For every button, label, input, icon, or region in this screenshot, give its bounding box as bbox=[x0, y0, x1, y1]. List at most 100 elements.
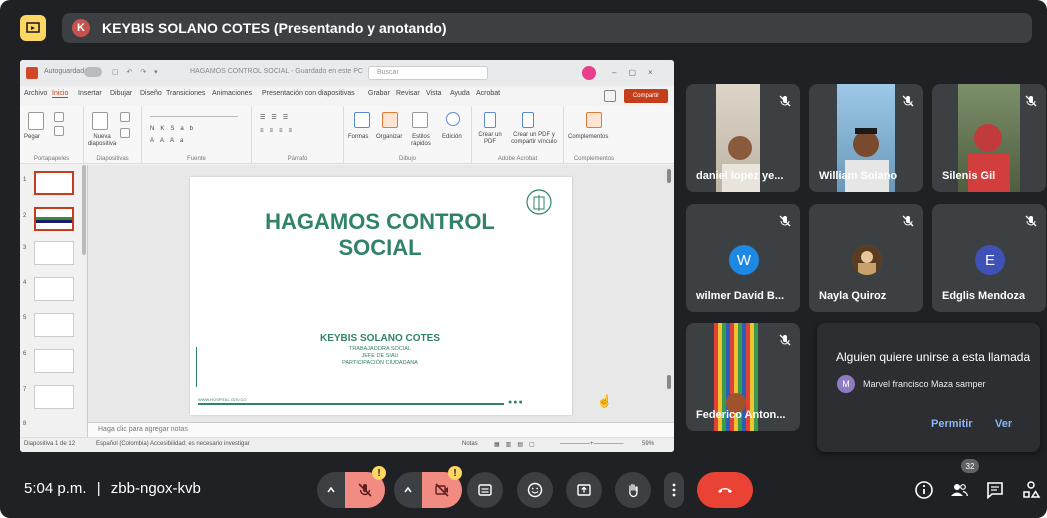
menu-diseno[interactable]: Diseño bbox=[140, 90, 162, 97]
create-pdf-icon[interactable] bbox=[484, 112, 496, 128]
notes-field[interactable]: Haga clic para agregar notas bbox=[88, 422, 674, 437]
accessibility-status[interactable]: Accesibilidad: es necesario investigar bbox=[150, 441, 250, 447]
addins-label[interactable]: Complementos bbox=[568, 134, 608, 140]
ribbon-label-font: Fuente bbox=[187, 156, 206, 162]
window-controls[interactable]: –▢× bbox=[612, 68, 665, 77]
quick-styles-icon[interactable] bbox=[412, 112, 428, 128]
font-name-box[interactable] bbox=[150, 116, 238, 117]
participant-tile[interactable]: W wilmer David B... bbox=[686, 204, 800, 312]
section-icon[interactable] bbox=[120, 128, 130, 138]
menu-dibujar[interactable]: Dibujar bbox=[110, 90, 132, 97]
paste-label[interactable]: Pegar bbox=[24, 134, 40, 140]
menu-animaciones[interactable]: Animaciones bbox=[212, 90, 252, 97]
thumb-number: 4 bbox=[23, 280, 27, 286]
menu-transiciones[interactable]: Transiciones bbox=[166, 90, 205, 97]
new-slide-label[interactable]: Nueva diapositiva bbox=[86, 134, 118, 148]
more-options-button[interactable] bbox=[664, 472, 684, 508]
new-slide-icon[interactable] bbox=[92, 112, 108, 130]
scroll-knob[interactable] bbox=[667, 169, 671, 183]
ppt-user-avatar[interactable] bbox=[582, 66, 596, 80]
participant-tile[interactable]: Federico Anton... bbox=[686, 323, 800, 431]
chat-icon[interactable] bbox=[984, 479, 1006, 501]
thumbnail-1[interactable] bbox=[34, 171, 74, 195]
thumbnail-scrollbar[interactable] bbox=[82, 165, 86, 255]
present-now-button[interactable] bbox=[566, 472, 602, 508]
create-pdf-label[interactable]: Crear un PDF bbox=[476, 132, 504, 146]
view-icons[interactable]: ▦▥▤▢ bbox=[494, 441, 541, 448]
layout-icon[interactable] bbox=[120, 112, 130, 122]
thumbnail-6[interactable] bbox=[34, 349, 74, 373]
create-share-label[interactable]: Crear un PDF y compartir vínculo bbox=[508, 132, 560, 146]
share-button[interactable]: Compartir bbox=[624, 89, 668, 103]
raise-hand-button[interactable] bbox=[615, 472, 651, 508]
thumbnail-4[interactable] bbox=[34, 277, 74, 301]
participant-tile[interactable]: Nayla Quiroz bbox=[809, 204, 923, 312]
scroll-knob[interactable] bbox=[667, 375, 671, 389]
menu-archivo[interactable]: Archivo bbox=[24, 90, 47, 97]
align-icons[interactable]: ≡≡≡≡ bbox=[260, 128, 298, 134]
cut-icon[interactable] bbox=[54, 112, 64, 122]
create-share-icon[interactable] bbox=[522, 112, 534, 128]
thumbnail-2[interactable] bbox=[34, 207, 74, 231]
info-icon[interactable] bbox=[913, 479, 935, 501]
participant-tile[interactable]: daniel lopez ye... bbox=[686, 84, 800, 192]
menu-inicio[interactable]: Inicio bbox=[52, 90, 69, 98]
current-slide[interactable]: HAGAMOS CONTROL SOCIAL KEYBIS SOLANO COT… bbox=[190, 177, 572, 415]
people-icon[interactable] bbox=[948, 479, 970, 501]
video-options-button[interactable] bbox=[394, 472, 422, 508]
participant-name: William Solano bbox=[819, 170, 898, 182]
menu-presentacion[interactable]: Presentación con diapositivas bbox=[262, 90, 355, 97]
captions-button[interactable] bbox=[467, 472, 503, 508]
menu-grabar[interactable]: Grabar bbox=[368, 90, 390, 97]
presentation-icon[interactable] bbox=[20, 15, 46, 41]
autosave-toggle[interactable] bbox=[84, 67, 102, 77]
menu-revisar[interactable]: Revisar bbox=[396, 90, 420, 97]
activities-icon[interactable] bbox=[1020, 479, 1042, 501]
editing-label[interactable]: Edición bbox=[442, 134, 462, 140]
shapes-icon[interactable] bbox=[354, 112, 370, 128]
thumb-number: 6 bbox=[23, 351, 27, 357]
menu-insertar[interactable]: Insertar bbox=[78, 90, 102, 97]
copy-icon[interactable] bbox=[54, 126, 64, 136]
slide-author: KEYBIS SOLANO COTES bbox=[319, 333, 440, 344]
quick-styles-label[interactable]: Estilos rápidos bbox=[406, 134, 436, 148]
ribbon-label-drawing: Dibujo bbox=[398, 156, 416, 162]
list-icons[interactable]: ☰☰☰ bbox=[260, 114, 294, 121]
language-status[interactable]: Español (Colombia) bbox=[96, 441, 149, 447]
slide-footer-line bbox=[198, 403, 504, 405]
powerpoint-logo-icon bbox=[26, 67, 38, 79]
menu-vista[interactable]: Vista bbox=[426, 90, 441, 97]
participant-tile[interactable]: E Edglis Mendoza bbox=[932, 204, 1046, 312]
top-bar: K KEYBIS SOLANO COTES (Presentando y ano… bbox=[0, 0, 1047, 56]
arrange-icon[interactable] bbox=[382, 112, 398, 128]
font-format-icons[interactable]: NKSab bbox=[150, 126, 199, 132]
mic-warning-badge: ! bbox=[372, 466, 386, 480]
shapes-label[interactable]: Formas bbox=[348, 134, 368, 140]
zoom-slider[interactable]: —————+————— bbox=[560, 441, 624, 447]
participant-tile[interactable]: William Solano bbox=[809, 84, 923, 192]
menu-ayuda[interactable]: Ayuda bbox=[450, 90, 470, 97]
participant-name: Federico Anton... bbox=[696, 409, 786, 421]
meeting-code[interactable]: zbb-ngox-kvb bbox=[111, 480, 201, 497]
font-color-icons[interactable]: AAAa bbox=[150, 138, 189, 144]
paste-icon[interactable] bbox=[28, 112, 44, 130]
thumbnail-3[interactable] bbox=[34, 241, 74, 265]
editing-icon[interactable] bbox=[446, 112, 460, 126]
notes-toggle[interactable]: Notas bbox=[462, 441, 478, 447]
participant-tile[interactable]: Silenis Gil bbox=[932, 84, 1046, 192]
thumbnail-7[interactable] bbox=[34, 385, 74, 409]
audio-options-button[interactable] bbox=[317, 472, 345, 508]
view-button[interactable]: Ver bbox=[995, 418, 1012, 430]
menu-acrobat[interactable]: Acrobat bbox=[476, 90, 500, 97]
arrange-label[interactable]: Organizar bbox=[376, 134, 402, 140]
comments-icon[interactable] bbox=[604, 90, 616, 102]
leave-call-button[interactable] bbox=[697, 472, 753, 508]
admit-button[interactable]: Permitir bbox=[931, 418, 973, 430]
zoom-level[interactable]: 59% bbox=[642, 441, 654, 447]
addins-icon[interactable] bbox=[586, 112, 602, 128]
slide-scrollbar[interactable] bbox=[666, 165, 672, 437]
ppt-search-input[interactable]: Buscar bbox=[368, 66, 488, 80]
reactions-button[interactable] bbox=[517, 472, 553, 508]
thumbnail-5[interactable] bbox=[34, 313, 74, 337]
quick-access-icons[interactable]: ▢ ↶ ↷ ▾ bbox=[112, 68, 161, 76]
